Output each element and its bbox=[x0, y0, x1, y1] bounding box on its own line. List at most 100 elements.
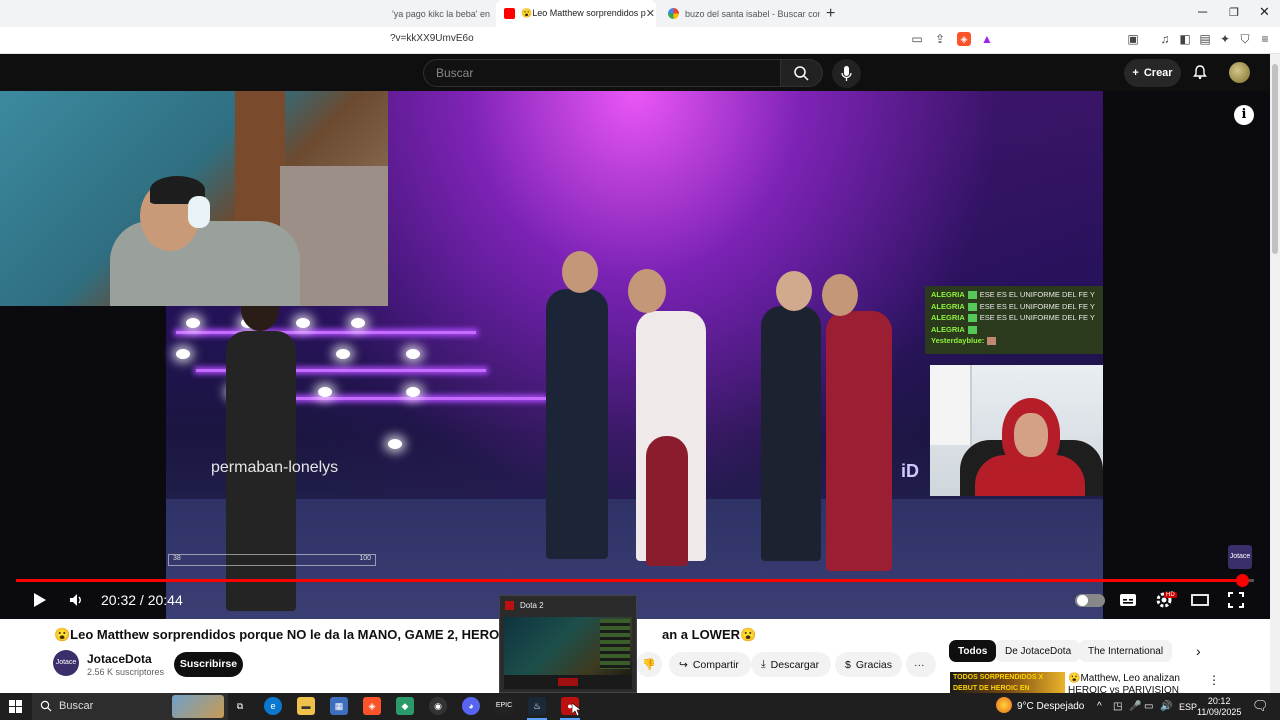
progress-bar[interactable] bbox=[16, 579, 1254, 582]
fullscreen-icon[interactable] bbox=[1227, 591, 1245, 609]
subscribe-button[interactable]: Suscribirse bbox=[174, 652, 243, 677]
file-explorer-icon[interactable]: ▬ bbox=[297, 697, 315, 715]
tab-google[interactable]: buzo del santa isabel - Buscar con G bbox=[660, 0, 820, 27]
share-icon[interactable]: ⇪ bbox=[933, 32, 947, 46]
guest-webcam bbox=[930, 365, 1103, 496]
speaker-icon[interactable]: 🔊 bbox=[1160, 701, 1172, 712]
recommended-thumbnail[interactable]: TODOS SORPRENDIDOS X DEBUT DE HEROIC EN … bbox=[950, 672, 1065, 693]
channel-watermark[interactable]: Jotace bbox=[1228, 545, 1252, 569]
sidebar-icon[interactable]: ◧ bbox=[1178, 32, 1192, 46]
plus-icon: + bbox=[1132, 67, 1139, 79]
search-input[interactable]: Buscar bbox=[423, 59, 781, 87]
vpn-icon[interactable]: ⛉ bbox=[1238, 32, 1252, 46]
volume-icon[interactable] bbox=[68, 591, 86, 609]
progress-scrubber[interactable] bbox=[1235, 574, 1249, 587]
brave-icon[interactable]: ◈ bbox=[363, 697, 381, 715]
tray-chevron-icon[interactable]: ^ bbox=[1097, 701, 1102, 712]
account-avatar[interactable] bbox=[1229, 62, 1250, 83]
tray-app-icon[interactable]: ◳ bbox=[1113, 701, 1122, 712]
theater-mode-icon[interactable] bbox=[1191, 593, 1209, 607]
chip-the-international[interactable]: The International bbox=[1079, 640, 1173, 662]
task-view-icon[interactable]: ⧉ bbox=[231, 697, 249, 715]
channel-avatar[interactable]: Jotace bbox=[53, 650, 79, 676]
taskbar-preview[interactable]: Dota 2 bbox=[499, 595, 637, 693]
clock[interactable]: 20:12 11/09/2025 bbox=[1197, 696, 1241, 718]
chat-user: ALEGRIA bbox=[931, 290, 965, 299]
menu-icon[interactable]: ≡ bbox=[1258, 32, 1272, 46]
info-icon[interactable]: i bbox=[1234, 105, 1254, 125]
minimize-icon[interactable]: ─ bbox=[1198, 4, 1207, 19]
edge-icon[interactable]: e bbox=[264, 697, 282, 715]
notifications-icon[interactable]: 🗨 bbox=[1252, 698, 1269, 714]
dota-icon bbox=[505, 601, 514, 610]
close-window-icon[interactable]: ✕ bbox=[1259, 4, 1270, 20]
more-icon: ··· bbox=[914, 658, 925, 671]
share-button[interactable]: ↪ Compartir bbox=[669, 652, 751, 677]
cast-icon[interactable]: ▭ bbox=[910, 32, 924, 46]
restore-icon[interactable]: ❐ bbox=[1229, 6, 1239, 19]
brave-shield-icon[interactable]: ◈ bbox=[957, 32, 971, 46]
epic-games-icon[interactable]: EPIC bbox=[495, 697, 513, 715]
subscriber-count: 2.56 K suscriptores bbox=[87, 667, 165, 677]
chevron-right-icon[interactable]: › bbox=[1196, 643, 1201, 659]
chat-line: ALEGRIA ESE ES EL UNIFORME DEL FE Y bbox=[931, 312, 1097, 324]
url-field[interactable]: ?v=kkXX9UmvE6o bbox=[390, 33, 474, 44]
app-icon[interactable]: ◆ bbox=[396, 697, 414, 715]
voice-search-button[interactable] bbox=[832, 59, 861, 88]
tab-youtube-active[interactable]: 😮Leo Matthew sorprendidos p ✕ bbox=[496, 0, 656, 27]
new-tab-icon[interactable]: + bbox=[826, 5, 835, 23]
video-player[interactable]: iD 38 100 permaban-lonelys ALEGRIA ESE ES… bbox=[0, 91, 1270, 619]
weather-icon[interactable] bbox=[996, 697, 1012, 713]
stage-light bbox=[351, 318, 365, 328]
search-highlight-image bbox=[172, 695, 224, 718]
language-indicator[interactable]: ESP bbox=[1179, 702, 1197, 712]
download-button[interactable]: ⤓ Descargar bbox=[751, 652, 831, 677]
brave-rewards-icon[interactable]: ▲ bbox=[980, 32, 994, 46]
thanks-label: Gracias bbox=[855, 658, 893, 671]
emote-icon bbox=[967, 302, 977, 311]
scrollbar-thumb[interactable] bbox=[1272, 64, 1278, 254]
create-button[interactable]: + Crear bbox=[1124, 59, 1181, 87]
video-title-text: 😮Leo Matthew sorprendidos porque NO le d… bbox=[54, 627, 513, 642]
page-scrollbar[interactable] bbox=[1270, 54, 1280, 693]
search-button[interactable] bbox=[781, 59, 823, 87]
video-title-tail: an a LOWER😮 bbox=[662, 627, 757, 642]
discord-icon[interactable]: ◕ bbox=[462, 697, 480, 715]
person-head bbox=[562, 251, 598, 293]
search-placeholder: Buscar bbox=[436, 66, 474, 80]
windows-start-icon[interactable] bbox=[9, 700, 22, 713]
autoplay-toggle[interactable] bbox=[1075, 594, 1105, 607]
stage-light bbox=[296, 318, 310, 328]
taskbar-search[interactable]: Buscar bbox=[32, 693, 228, 720]
close-tab-icon[interactable]: ✕ bbox=[646, 7, 655, 20]
obs-icon[interactable]: ◉ bbox=[429, 697, 447, 715]
tab-twitter[interactable]: 'ya pago kikc la beba' en T bbox=[388, 0, 492, 27]
subtitles-icon[interactable] bbox=[1119, 592, 1137, 608]
weather-text[interactable]: 9°C Despejado bbox=[1017, 701, 1084, 712]
notifications-bell-icon[interactable] bbox=[1192, 64, 1208, 80]
thanks-button[interactable]: $ Gracias bbox=[835, 652, 902, 677]
network-icon[interactable]: ▭ bbox=[1144, 701, 1153, 712]
dislike-button[interactable]: 👎 bbox=[636, 652, 662, 677]
time-display: 20:32 / 20:44 bbox=[101, 592, 183, 608]
reading-icon[interactable]: ▣ bbox=[1126, 32, 1140, 46]
chat-message: ESE ES EL UNIFORME DEL FE Y bbox=[979, 290, 1095, 299]
channel-name[interactable]: JotaceDota bbox=[87, 652, 152, 666]
store-icon[interactable]: ▦ bbox=[330, 697, 348, 715]
steam-icon[interactable]: ♨ bbox=[528, 697, 546, 715]
microphone-icon[interactable]: 🎤 bbox=[1129, 701, 1141, 712]
more-actions-button[interactable]: ··· bbox=[906, 652, 936, 677]
stage-light bbox=[388, 439, 402, 449]
play-icon[interactable] bbox=[30, 591, 48, 609]
chip-all[interactable]: Todos bbox=[949, 640, 997, 662]
preview-thumbnail[interactable] bbox=[504, 617, 632, 689]
chip-from-channel[interactable]: De JotaceDota bbox=[996, 640, 1081, 662]
kebab-menu-icon[interactable]: ⋮ bbox=[1208, 673, 1220, 687]
clock-date: 11/09/2025 bbox=[1197, 707, 1242, 717]
music-icon[interactable]: ♫ bbox=[1158, 32, 1172, 46]
download-label: Descargar bbox=[770, 658, 820, 671]
stage-text: iD bbox=[901, 461, 919, 481]
search-icon bbox=[794, 66, 809, 81]
wallet-icon[interactable]: ▤ bbox=[1198, 32, 1212, 46]
leo-ai-icon[interactable]: ✦ bbox=[1218, 32, 1232, 46]
